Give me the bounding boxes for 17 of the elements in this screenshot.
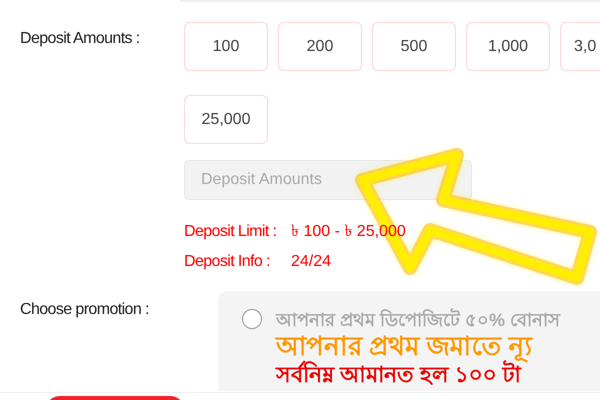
limit-label: Deposit Limit : bbox=[184, 223, 278, 241]
promotion-card[interactable]: আপনার প্রথম ডিপোজিটে ৫০% বোনাস আপনার প্রথম জমাতে ন্যূ সর্বনিম্ন আমানত হল ১০০ টা bbox=[218, 291, 600, 391]
amount-button[interactable]: 100 bbox=[184, 22, 268, 71]
info-label: Deposit Info : bbox=[184, 253, 271, 271]
amount-button[interactable]: 3,0 bbox=[560, 22, 600, 71]
promotion-headline: আপনার প্রথম জমাতে ন্যূ bbox=[276, 331, 534, 361]
field-label: Deposit Amounts : bbox=[20, 29, 141, 49]
info-value: 24/24 bbox=[291, 253, 332, 271]
field-label: Choose promotion : bbox=[20, 300, 150, 320]
amount-button[interactable]: 500 bbox=[372, 22, 456, 71]
amount-button[interactable]: 25,000 bbox=[184, 95, 268, 144]
promotion-title: আপনার প্রথম ডিপোজিটে ৫০% বোনাস bbox=[276, 309, 560, 331]
amount-button[interactable]: 200 bbox=[278, 22, 362, 71]
amount-input[interactable]: Deposit Amounts bbox=[184, 160, 472, 200]
amount-button[interactable]: 1,000 bbox=[466, 22, 550, 71]
promotion-note: সর্বনিম্ন আমানত হল ১০০ টা bbox=[276, 361, 522, 389]
radio-button[interactable] bbox=[242, 309, 262, 329]
